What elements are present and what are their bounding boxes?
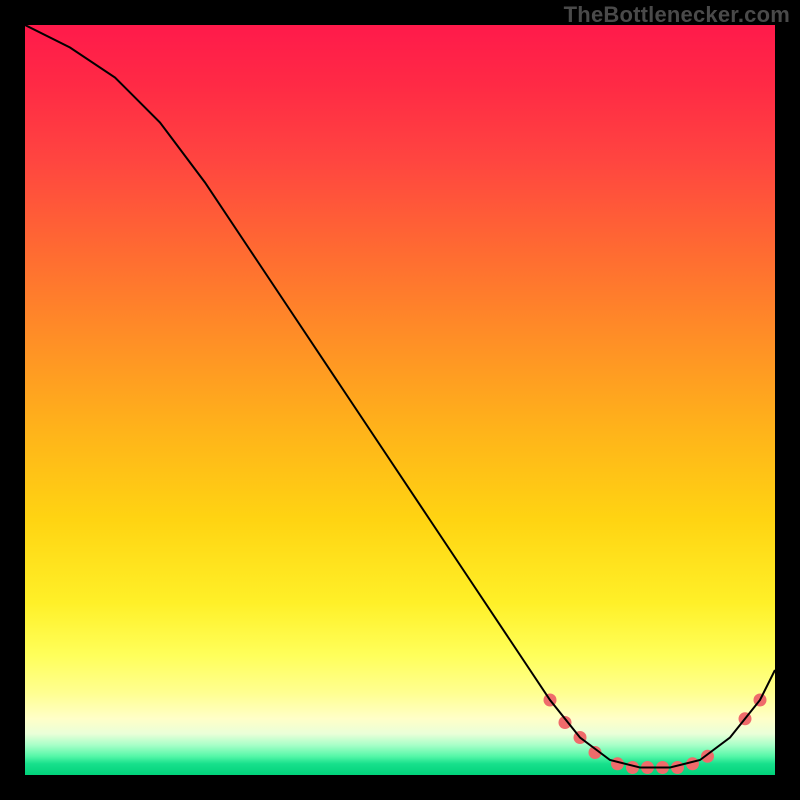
curve-marker [544, 694, 557, 707]
curve-marker [656, 761, 669, 774]
curve-marker [574, 731, 587, 744]
chart-frame: TheBottlenecker.com [0, 0, 800, 800]
curve-marker [589, 746, 602, 759]
curve-marker [739, 712, 752, 725]
curve-layer [25, 25, 775, 775]
curve-marker [626, 761, 639, 774]
gradient-plot-area [25, 25, 775, 775]
marker-group [544, 694, 767, 775]
curve-marker [686, 757, 699, 770]
curve-marker [611, 757, 624, 770]
curve-marker [641, 761, 654, 774]
curve-marker [671, 761, 684, 774]
curve-marker [701, 750, 714, 763]
curve-marker [754, 694, 767, 707]
curve-marker [559, 716, 572, 729]
bottleneck-curve [25, 25, 775, 768]
